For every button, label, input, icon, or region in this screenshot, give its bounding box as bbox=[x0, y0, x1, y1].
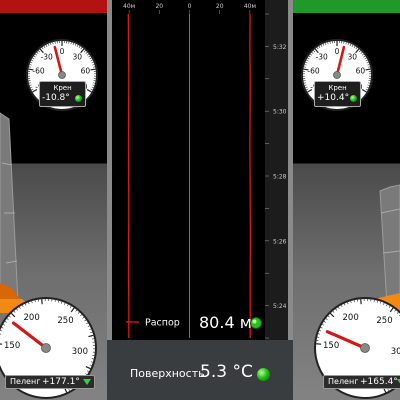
spread-status-led bbox=[250, 317, 262, 329]
right-roll-value: +10.4° bbox=[317, 93, 350, 103]
left-roll-status-led bbox=[75, 95, 82, 102]
time-axis-strip bbox=[265, 0, 288, 340]
time-tick-label: 5:32 bbox=[273, 44, 287, 51]
left-heading-scale-label: 250 bbox=[57, 316, 73, 326]
right-roll-scale-label: 30 bbox=[348, 52, 358, 61]
right-roll-scale-label: -30 bbox=[316, 52, 328, 61]
left-roll-scale-label: 60 bbox=[81, 66, 91, 75]
left-heading-scale-label: 300 bbox=[72, 347, 88, 357]
right-heading-readout: Пеленг +165.4° bbox=[323, 375, 400, 389]
right-roll-scale-label: 60 bbox=[356, 66, 366, 75]
time-tick-label: 5:24 bbox=[273, 303, 287, 310]
time-tick-label: 5:26 bbox=[273, 238, 287, 245]
right-roll-status-led bbox=[350, 95, 357, 102]
right-camera-panel: -90-60-300306090 Крен +10.4° 15020025030… bbox=[293, 0, 400, 400]
right-heading-scale-label: 200 bbox=[343, 313, 359, 323]
spread-line-right bbox=[249, 13, 252, 338]
right-roll-tick bbox=[365, 68, 371, 71]
right-roll-scale-label: -60 bbox=[307, 66, 319, 75]
left-heading-label: Пеленг bbox=[10, 377, 41, 386]
left-roll-scale-label: 0 bbox=[60, 47, 65, 56]
right-heading-scale-label: 150 bbox=[323, 341, 339, 351]
right-heading-value: +165.4° bbox=[360, 377, 398, 387]
right-roll-scale-label: 0 bbox=[335, 47, 340, 56]
time-tick-label: 5:28 bbox=[273, 174, 287, 181]
right-status-bar bbox=[293, 0, 400, 13]
right-roll-readout: Крен +10.4° bbox=[314, 81, 361, 107]
spread-panel: 40м 20 0 20 40м 5:32 5:30 5:28 5:26 5:24 Распор 80.… bbox=[107, 0, 293, 400]
right-heading-label: Пеленг bbox=[328, 377, 359, 386]
right-heading-scale-label: 250 bbox=[376, 316, 392, 326]
left-heading-scale-label: 200 bbox=[24, 313, 40, 323]
right-heading-scale-label: 300 bbox=[391, 347, 400, 357]
left-status-bar bbox=[0, 0, 107, 13]
left-heading-indicator-icon bbox=[83, 379, 91, 385]
x-tick-label: 0 bbox=[188, 3, 192, 10]
left-heading-readout: Пеленг +177.1° bbox=[5, 375, 95, 389]
right-heading-hub bbox=[360, 343, 370, 353]
spread-line-left bbox=[127, 13, 130, 338]
x-tick-label: 40м bbox=[123, 3, 135, 10]
left-heading-scale-label: 150 bbox=[4, 341, 20, 351]
right-roll-label: Крен bbox=[328, 84, 347, 92]
legend-label: Распор bbox=[145, 318, 180, 329]
x-tick-label: 20 bbox=[216, 3, 224, 10]
surface-status-led bbox=[257, 368, 270, 381]
right-roll-hub bbox=[333, 71, 341, 79]
surface-temperature-bar: Поверхность 5.3 °C bbox=[107, 340, 293, 400]
surface-value: 5.3 °C bbox=[200, 362, 253, 382]
spread-chart-background bbox=[112, 0, 288, 340]
left-heading-value: +177.1° bbox=[42, 377, 80, 387]
x-tick-label: 20 bbox=[155, 3, 163, 10]
left-roll-scale-label: -60 bbox=[32, 66, 44, 75]
left-roll-tick bbox=[90, 68, 96, 71]
left-camera-panel: -90-60-300306090 Крен -10.8° 15020025030… bbox=[0, 0, 107, 400]
left-roll-scale-label: 30 bbox=[73, 52, 83, 61]
time-tick-label: 5:30 bbox=[273, 109, 287, 116]
left-roll-scale-label: -30 bbox=[41, 52, 53, 61]
spread-status-led-highlight bbox=[252, 319, 257, 324]
left-roll-label: Крен bbox=[53, 84, 72, 92]
spread-value: 80.4 м bbox=[199, 313, 252, 332]
left-heading-hub bbox=[41, 343, 51, 353]
spread-chart: 40м 20 0 20 40м 5:32 5:30 5:28 5:26 5:24 Распор 80.… bbox=[112, 0, 288, 340]
left-roll-readout: Крен -10.8° bbox=[39, 81, 86, 107]
x-tick-label: 40м bbox=[244, 3, 256, 10]
left-roll-value: -10.8° bbox=[42, 93, 70, 103]
surface-label: Поверхность bbox=[130, 367, 205, 380]
left-roll-hub bbox=[58, 71, 66, 79]
